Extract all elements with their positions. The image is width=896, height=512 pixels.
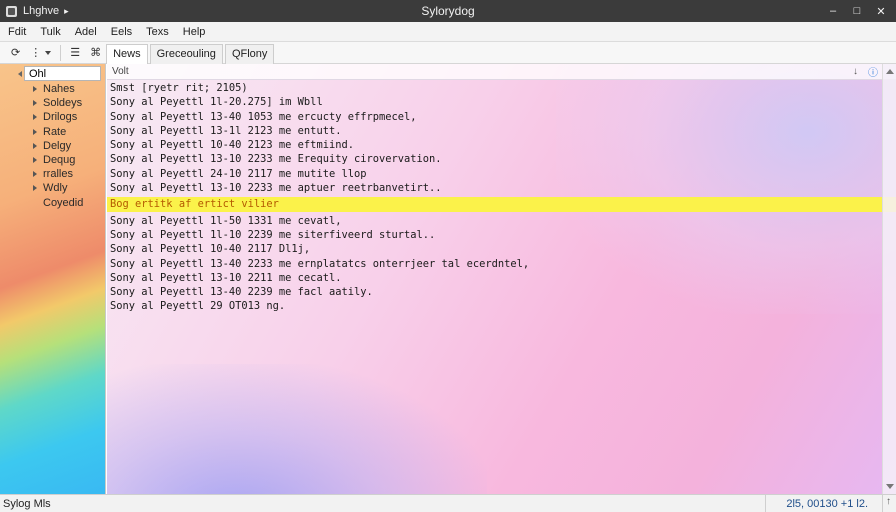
expand-icon[interactable] [33, 100, 37, 107]
sidebar-item-label: Nahes [43, 83, 75, 96]
sidebar: Nahes Soldeys Drilogs Rate Delgy Dequg r… [0, 64, 106, 494]
log-line[interactable]: Sony al Peyettl 13-10 2211 me cecatl. [107, 271, 896, 285]
refresh-icon: ⟳ [11, 47, 21, 59]
log-line[interactable]: Sony al Peyettl 10-40 2123 me eftmiind. [107, 138, 896, 152]
collapse-icon[interactable] [18, 71, 22, 77]
log-line[interactable]: Sony al Peyettl 29 OT013 ng. [107, 299, 896, 313]
sidebar-item[interactable]: Wdly [0, 181, 106, 195]
resize-grip-icon[interactable] [882, 494, 896, 512]
sidebar-item-label: Delgy [43, 139, 72, 152]
document-icon: ☰ [70, 47, 81, 59]
expand-icon[interactable] [33, 86, 37, 93]
tab-label: QFlony [231, 48, 268, 60]
expand-icon[interactable] [33, 128, 37, 135]
log-line[interactable]: Sony al Peyettl 10-40 2117 Dl1j, [107, 242, 896, 256]
log-line[interactable]: Sony al Peyettl 1l-50 1331 me cevatl, [107, 214, 896, 228]
sidebar-item[interactable]: Dequg [0, 153, 106, 167]
view-options-button[interactable]: ⋮ [25, 44, 56, 62]
menu-item-3[interactable]: Eels [111, 26, 132, 38]
vertical-scrollbar[interactable] [882, 64, 896, 494]
bookmark-icon: ⌘ [90, 47, 102, 59]
close-button[interactable]: ✕ [876, 5, 886, 18]
app-menu[interactable]: Lhghve ▸ [0, 5, 120, 17]
tab-qflony[interactable]: QFlony [224, 43, 275, 64]
menu-item-1[interactable]: Tulk [40, 26, 60, 38]
log-line[interactable]: Sony al Peyettl 1l-20.275] im Wbll [107, 95, 896, 109]
log-column-header[interactable]: Volt ↓ ⓘ [107, 64, 896, 80]
minimize-button[interactable]: – [828, 5, 838, 18]
sidebar-item[interactable]: Nahes [0, 82, 106, 96]
expand-icon[interactable] [33, 157, 37, 164]
sidebar-item[interactable]: Drilogs [0, 110, 106, 124]
log-lines: Smst [ryetr rit; 2105) Sony al Peyettl 1l… [107, 80, 896, 314]
cursor-position: 2l5, 00130 +1 l2. [765, 494, 882, 512]
scroll-up-icon[interactable] [886, 69, 894, 74]
info-icon[interactable]: ⓘ [868, 64, 878, 79]
tab-news[interactable]: News [106, 43, 148, 64]
tab-greceouling[interactable]: Greceouling [149, 43, 223, 64]
tab-label: News [113, 48, 141, 60]
sidebar-item[interactable]: Soldeys [0, 96, 106, 110]
refresh-button[interactable]: ⟳ [6, 44, 25, 62]
menu-item-0[interactable]: Fdit [8, 26, 26, 38]
log-line[interactable]: Smst [ryetr rit; 2105) [107, 81, 896, 95]
log-line[interactable]: Sony al Peyettl 13-40 2239 me facl aatil… [107, 285, 896, 299]
sidebar-item[interactable]: Rate [0, 125, 106, 139]
log-line[interactable]: Sony al Peyettl 13-1l 2123 me entutt. [107, 124, 896, 138]
log-line-highlighted[interactable]: Bog ertitk af ertict vilier [107, 197, 896, 212]
bookmark-button[interactable]: ⌘ [85, 44, 106, 62]
sidebar-item-label: Drilogs [43, 111, 78, 124]
sidebar-search-input[interactable] [24, 66, 101, 81]
sidebar-item[interactable]: rralles [0, 167, 106, 181]
menu-item-4[interactable]: Texs [146, 26, 169, 38]
scroll-down-icon[interactable] [886, 484, 894, 489]
log-line[interactable]: Sony al Peyettl 13-10 2233 me aptuer ree… [107, 181, 896, 195]
sidebar-item[interactable]: Coyedid [0, 196, 106, 210]
menu-item-2[interactable]: Adel [75, 26, 97, 38]
chevron-down-icon [45, 50, 52, 55]
app-icon [6, 5, 17, 17]
sidebar-item-label: Wdly [43, 182, 68, 195]
status-bar: Sylog Mls 2l5, 00130 +1 l2. [0, 494, 896, 512]
log-view: Volt ↓ ⓘ Smst [ryetr rit; 2105) Sony al P… [107, 64, 896, 494]
log-line[interactable]: Sony al Peyettl 13-40 1053 me ercucty ef… [107, 110, 896, 124]
log-line[interactable]: Sony al Peyettl 24-10 2117 me mutite llo… [107, 167, 896, 181]
sidebar-item-label: rralles [43, 168, 73, 181]
sidebar-item[interactable]: Delgy [0, 139, 106, 153]
app-name: Lhghve [23, 5, 60, 17]
sidebar-item-label: Dequg [43, 154, 76, 167]
chevron-right-icon: ▸ [64, 5, 69, 16]
expand-icon[interactable] [33, 142, 37, 149]
arrow-down-icon[interactable]: ↓ [853, 66, 858, 77]
menu-item-5[interactable]: Help [183, 26, 206, 38]
toolbar: ⟳ ⋮ ☰ ⌘ News Greceouling QFlony [0, 42, 896, 64]
menu-bar: Fdit Tulk Adel Eels Texs Help [0, 22, 896, 42]
document-button[interactable]: ☰ [65, 44, 85, 62]
title-bar: Lhghve ▸ Sylorydog – □ ✕ [0, 0, 896, 22]
sidebar-item-label: Coyedid [43, 196, 84, 209]
column-title: Volt [112, 66, 129, 77]
list-icon: ⋮ [30, 47, 42, 59]
log-line[interactable]: Sony al Peyettl 13-40 2233 me ernplatatc… [107, 257, 896, 271]
sidebar-item-label: Soldeys [43, 97, 83, 110]
sidebar-item-label: Rate [43, 125, 67, 138]
status-text: Sylog Mls [3, 497, 51, 510]
log-line[interactable]: Sony al Peyettl 13-10 2233 me Erequity c… [107, 152, 896, 166]
tab-label: Greceouling [156, 48, 216, 60]
log-line[interactable]: Sony al Peyettl 1l-10 2239 me siterfivee… [107, 228, 896, 242]
toolbar-divider [60, 44, 62, 61]
expand-icon[interactable] [33, 114, 37, 121]
maximize-button[interactable]: □ [852, 5, 862, 18]
window-title: Sylorydog [421, 4, 475, 18]
expand-icon[interactable] [33, 171, 37, 178]
sidebar-tree: Nahes Soldeys Drilogs Rate Delgy Dequg r… [0, 82, 106, 210]
expand-icon[interactable] [33, 185, 37, 192]
